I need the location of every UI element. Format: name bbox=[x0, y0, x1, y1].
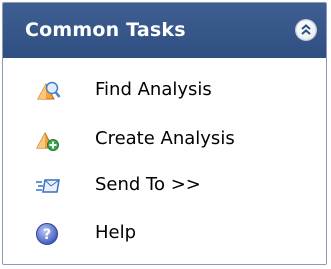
panel-title: Common Tasks bbox=[25, 19, 186, 41]
panel-header[interactable]: Common Tasks bbox=[3, 3, 326, 58]
task-help[interactable]: ? Help bbox=[3, 210, 326, 258]
task-label: Create Analysis bbox=[95, 128, 235, 149]
send-to-icon bbox=[35, 174, 61, 198]
task-create-analysis[interactable]: Create Analysis bbox=[3, 116, 326, 164]
common-tasks-panel: Common Tasks Find Analysis Create Analys… bbox=[2, 2, 327, 265]
find-analysis-icon bbox=[35, 79, 61, 103]
task-label: Find Analysis bbox=[95, 79, 212, 100]
svg-text:?: ? bbox=[43, 227, 51, 243]
task-label: Help bbox=[95, 222, 137, 243]
task-label: Send To >> bbox=[95, 174, 201, 195]
help-icon: ? bbox=[35, 222, 61, 246]
task-find-analysis[interactable]: Find Analysis bbox=[3, 67, 326, 115]
create-analysis-icon bbox=[35, 128, 61, 152]
task-send-to[interactable]: Send To >> bbox=[3, 162, 326, 210]
double-chevron-up-icon[interactable] bbox=[296, 20, 316, 40]
